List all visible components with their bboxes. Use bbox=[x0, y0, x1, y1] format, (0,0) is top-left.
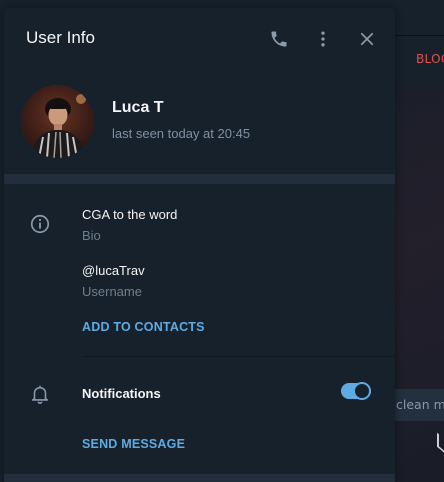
block-button[interactable]: BLOC bbox=[416, 52, 444, 66]
notifications-label: Notifications bbox=[82, 386, 161, 401]
avatar[interactable] bbox=[21, 85, 94, 158]
chat-area bbox=[395, 82, 444, 482]
username-label: Username bbox=[82, 284, 142, 299]
close-icon[interactable] bbox=[356, 28, 378, 50]
dialog-header: User Info bbox=[4, 8, 395, 74]
user-name: Luca T bbox=[112, 99, 164, 116]
message-input[interactable]: clean me bbox=[388, 389, 444, 421]
more-vertical-icon[interactable] bbox=[312, 28, 334, 50]
send-message-button[interactable]: SEND MESSAGE bbox=[82, 437, 185, 451]
bio-value: CGA to the word bbox=[82, 207, 178, 222]
row-divider bbox=[82, 356, 395, 357]
add-to-contacts-button[interactable]: ADD TO CONTACTS bbox=[82, 320, 205, 334]
dialog-title: User Info bbox=[26, 28, 95, 47]
bio-label: Bio bbox=[82, 228, 101, 243]
info-icon bbox=[29, 213, 51, 235]
profile-section: Luca T last seen today at 20:45 bbox=[4, 74, 395, 174]
notifications-toggle[interactable] bbox=[341, 382, 371, 400]
phone-icon[interactable] bbox=[268, 28, 290, 50]
section-divider bbox=[4, 174, 395, 184]
last-seen-status: last seen today at 20:45 bbox=[112, 126, 251, 141]
toggle-knob bbox=[353, 382, 371, 400]
bell-icon bbox=[29, 383, 51, 405]
section-divider-bottom bbox=[4, 474, 395, 482]
username-value[interactable]: @lucaTrav bbox=[82, 263, 145, 278]
user-info-dialog: User Info Luca T last seen today at 20:4… bbox=[4, 8, 395, 482]
